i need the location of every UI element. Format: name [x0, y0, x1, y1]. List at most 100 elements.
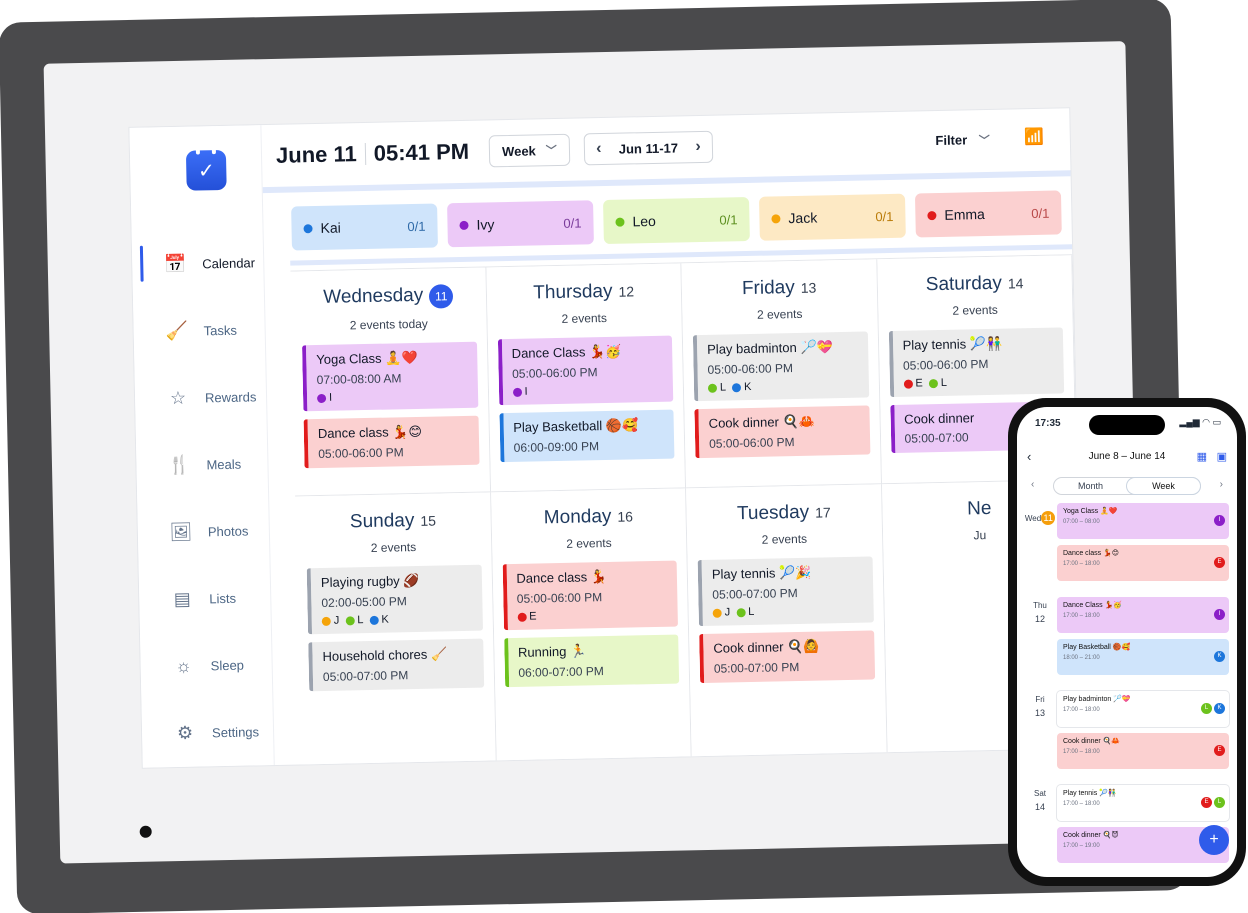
signal-icon: ▂▄▆ ◠ ▭ [1179, 417, 1221, 427]
person-initial: E [529, 610, 537, 623]
view-segment: Month Week [1053, 477, 1201, 495]
sidebar-item-tasks[interactable]: 🧹 Tasks [133, 296, 266, 366]
day-column: Wednesday 11 2 events today Yoga Class 🧘❤️ 0… [290, 267, 491, 497]
sidebar-item-meals[interactable]: 🍴 Meals [136, 430, 269, 500]
phone-event-time: 18:00 – 21:00 [1063, 655, 1100, 661]
sidebar-item-sleep[interactable]: ☼ Sleep [140, 631, 273, 701]
member-chips: Kai 0/1 Ivy 0/1 Leo 0/1 Jack 0/1 Emma 0/1 [291, 190, 1062, 251]
event-card[interactable]: Dance Class 💃🥳 05:00-06:00 PM I [497, 335, 674, 406]
event-card[interactable]: Play tennis 🎾👫 05:00-06:00 PM E L [888, 327, 1065, 398]
phone-day-row: Thu 12 Dance Class 💃🥳 17:00 – 18:00 I Play Ba… [1017, 597, 1237, 681]
sun-icon: ☼ [175, 655, 193, 677]
phone-event-card[interactable]: Dance class 💃😊 17:00 – 18:00 E [1057, 545, 1229, 581]
day-name: Sunday [349, 510, 415, 533]
event-card[interactable]: Playing rugby 🏈 02:00-05:00 PM J L K [306, 564, 483, 635]
person-dot [517, 612, 527, 622]
member-chip-ivy[interactable]: Ivy 0/1 [447, 200, 594, 248]
broom-icon: 🧹 [165, 320, 189, 342]
phone-event-card[interactable]: Yoga Class 🧘❤️ 07:00 – 08:00 I [1057, 503, 1229, 539]
phone-dow: Wed [1024, 514, 1042, 523]
phone-event-card[interactable]: Play tennis 🎾👫 17:00 – 18:00 E L [1057, 785, 1229, 821]
phone-event-title: Play Basketball 🏀🥰 [1063, 644, 1131, 651]
person-tag: I [317, 392, 332, 404]
avatar: I [1214, 515, 1225, 526]
phone-events: Dance Class 💃🥳 17:00 – 18:00 I Play Basketb… [1057, 597, 1229, 681]
phone-day-label: Fri 13 [1023, 691, 1057, 775]
sidebar-item-lists[interactable]: ▤ Lists [139, 564, 272, 634]
event-card[interactable]: Yoga Class 🧘❤️ 07:00-08:00 AM I [301, 341, 478, 412]
sidebar-item-label: Lists [209, 590, 237, 607]
phone-event-time: 17:00 – 18:00 [1063, 561, 1100, 567]
person-tag: J [712, 606, 730, 619]
event-time: 06:00-09:00 PM [513, 439, 600, 455]
member-chip-leo[interactable]: Leo 0/1 [603, 196, 750, 245]
person-initial: J [333, 614, 340, 627]
avatar: I [1214, 609, 1225, 620]
day-name: Monday [543, 505, 612, 529]
list-icon: ▤ [173, 588, 191, 610]
event-card[interactable]: Play badminton 🏸💝 05:00-06:00 PM L K [692, 331, 869, 402]
event-card[interactable]: Play Basketball 🏀🥰 06:00-09:00 PM [498, 409, 675, 463]
event-time: 05:00-07:00 PM [713, 660, 800, 676]
phone-event-card[interactable]: Dance Class 💃🥳 17:00 – 18:00 I [1057, 597, 1229, 633]
add-event-button[interactable]: + [1199, 825, 1229, 855]
event-card[interactable]: Dance class 💃😊 05:00-06:00 PM [303, 415, 480, 469]
sidebar-item-settings[interactable]: ⚙ Settings [141, 698, 274, 768]
person-tag: K [369, 614, 389, 626]
phone-event-card[interactable]: Play badminton 🏸💝 17:00 – 18:00 L K [1057, 691, 1229, 727]
day-column: Monday 16 2 events Dance class 💃 05:00-06:00… [490, 488, 692, 768]
event-time: 05:00-07:00 PM [712, 586, 798, 602]
member-chip-jack[interactable]: Jack 0/1 [758, 193, 906, 241]
sidebar-item-calendar[interactable]: 📅 Calendar [132, 229, 265, 299]
event-title: Play tennis 🎾👫 [902, 335, 1003, 353]
event-card[interactable]: Cook dinner 🍳🦀 05:00-06:00 PM [694, 405, 870, 459]
person-dot [369, 615, 379, 625]
chevron-left-icon[interactable]: ‹ [585, 140, 613, 159]
member-chip-emma[interactable]: Emma 0/1 [914, 190, 1062, 238]
phone-event-card[interactable]: Play Basketball 🏀🥰 18:00 – 21:00 K [1057, 639, 1229, 675]
member-chip-kai[interactable]: Kai 0/1 [291, 203, 438, 251]
phone-event-time: 07:00 – 08:00 [1063, 519, 1100, 525]
event-title: Dance class 💃 [516, 569, 608, 586]
sidebar-item-photos[interactable]: 🖼 Photos [137, 497, 270, 567]
phone-event-card[interactable]: Cook dinner 🍳🦀 17:00 – 18:00 E [1057, 733, 1229, 769]
chevron-right-icon[interactable]: › [1220, 479, 1223, 490]
person-dot [321, 616, 331, 626]
event-card[interactable]: Play tennis 🎾🎉 05:00-07:00 PM J L [697, 556, 874, 627]
phone-day-row: Fri 13 Play badminton 🏸💝 17:00 – 18:00 L K Coo… [1017, 691, 1237, 775]
event-card[interactable]: Dance class 💃 05:00-06:00 PM E [502, 560, 678, 631]
event-people: LK [707, 379, 859, 394]
avatar: L [1201, 703, 1212, 714]
chevron-right-icon[interactable]: › [684, 138, 712, 157]
event-time: 06:00-07:00 PM [518, 664, 604, 680]
calendar-icon[interactable]: ▣ [1217, 450, 1227, 463]
sidebar-item-rewards[interactable]: ☆ Rewards [134, 363, 267, 433]
member-name: Leo [632, 212, 656, 230]
segment-month[interactable]: Month [1054, 478, 1127, 494]
phone-day-label: Wed 11 [1023, 503, 1057, 587]
phone-header: ‹ June 8 – June 14 ▦ ▣ [1017, 447, 1237, 469]
dynamic-island [1089, 415, 1165, 435]
event-card[interactable]: Cook dinner 🍳🙆 05:00-07:00 PM [699, 630, 875, 684]
sidebar-item-label: Tasks [203, 322, 238, 339]
event-title: Household chores 🧹 [322, 646, 448, 664]
event-card[interactable]: Household chores 🧹 05:00-07:00 PM [308, 638, 484, 692]
filter-dropdown[interactable]: Filter ﹀ [935, 132, 990, 149]
phone-event-time: 17:00 – 18:00 [1063, 749, 1100, 755]
view-dropdown[interactable]: Week ﹀ [488, 133, 571, 168]
event-people: I [512, 383, 663, 398]
grid-view-icon[interactable]: ▦ [1197, 450, 1207, 463]
day-name: Wednesday [323, 284, 424, 308]
person-dot [928, 378, 938, 388]
event-title: Play Basketball 🏀🥰 [513, 417, 639, 435]
chevron-left-icon[interactable]: ‹ [1031, 479, 1034, 490]
segment-week[interactable]: Week [1127, 478, 1200, 494]
event-card[interactable]: Running 🏃 06:00-07:00 PM [503, 634, 680, 688]
event-time: 05:00-06:00 PM [511, 365, 598, 381]
phone-event-title: Dance class 💃😊 [1063, 550, 1120, 557]
phone-event-avatars: LK [1201, 703, 1225, 714]
event-people: JL [712, 604, 864, 619]
member-dot [927, 210, 937, 220]
day-header: Monday 16 [501, 505, 676, 531]
sidebar-item-label: Rewards [204, 389, 257, 406]
